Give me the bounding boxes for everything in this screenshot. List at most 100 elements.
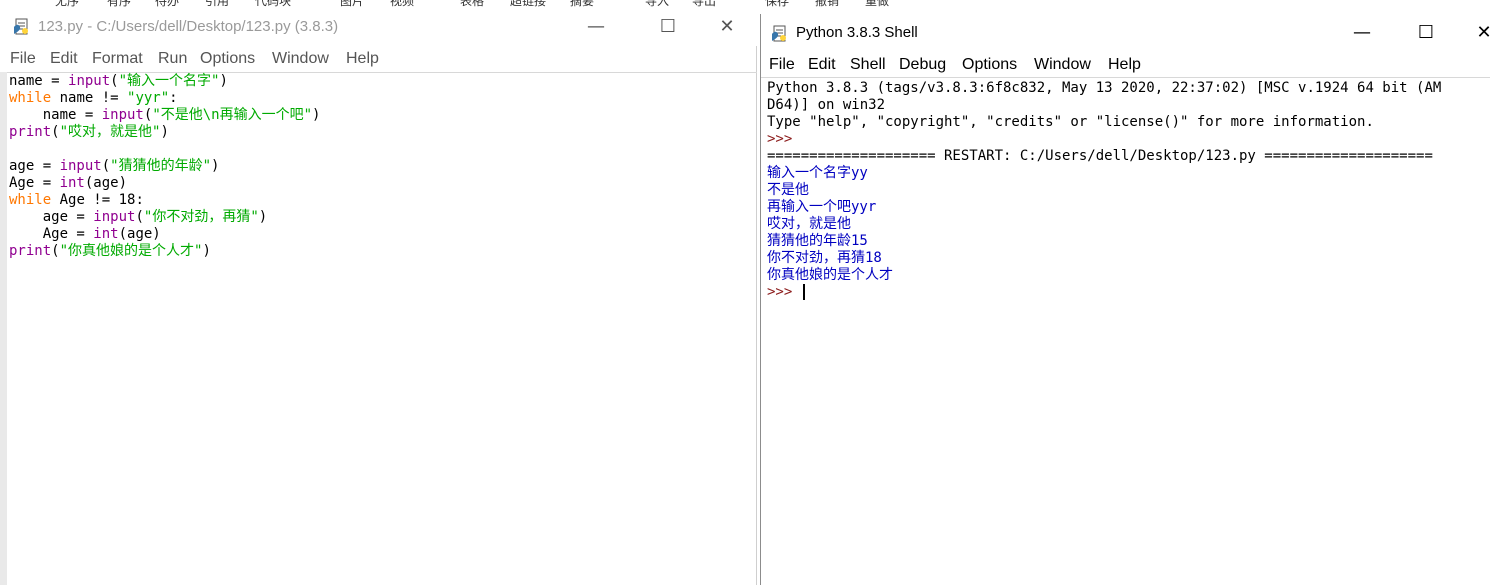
shell-window: Python 3.8.3 Shell — ☐ ✕ File Edit Shell… [760,14,1490,585]
shell-output-line[interactable]: D64)] on win32 [767,97,885,114]
code-token: ( [51,243,60,259]
code-token: input [101,107,144,123]
code-token: : [169,90,178,106]
menu-run[interactable]: Run [158,50,187,68]
code-token: age = [9,158,60,174]
shell-line-text: 输入一个名字yy [767,165,868,181]
minimize-button[interactable]: — [573,8,619,46]
code-token: ) [160,124,169,140]
code-token: input [68,73,111,89]
menu-file[interactable]: File [769,56,795,74]
menu-file[interactable]: File [10,50,36,68]
editor-window: 123.py - C:/Users/dell/Desktop/123.py (3… [0,8,757,585]
code-token: ) [219,73,228,89]
code-token: input [93,209,136,225]
code-line[interactable]: print("你真他娘的是个人才") [9,243,211,260]
menu-format[interactable]: Format [92,50,143,68]
shell-line-text: >>> [767,131,801,147]
shell-line-text: 猜猜他的年龄15 [767,233,868,249]
code-line[interactable]: age = input("你不对劲，再猜") [9,209,267,226]
code-token: "哎对，就是他" [59,124,161,140]
shell-menubar: File Edit Shell Debug Options Window Hel… [761,54,1490,78]
shell-output-line[interactable]: 哎对，就是他 [767,216,851,233]
code-token: input [59,158,102,174]
code-token: "猜猜他的年龄" [110,158,212,174]
code-token: ( [51,124,60,140]
code-token: while [9,192,52,208]
code-token: while [9,90,52,106]
python-icon [772,25,786,42]
shell-output-line[interactable]: Type "help", "copyright", "credits" or "… [767,114,1374,131]
code-line[interactable]: while Age != 18: [9,192,144,209]
code-token: Age != 18: [51,192,144,208]
code-editor[interactable]: name = input("输入一个名字") while name != "yyr… [9,73,754,585]
menu-shell[interactable]: Shell [850,56,886,74]
shell-line-text: D64)] on win32 [767,97,886,113]
code-line[interactable]: while name != "yyr": [9,90,178,107]
minimize-button[interactable]: — [1339,14,1385,52]
shell-output-line[interactable]: 再输入一个吧yyr [767,199,876,216]
text-cursor [802,284,805,300]
close-button[interactable]: ✕ [704,8,750,46]
background-toolbar-label: 重做 [865,0,890,8]
shell-output[interactable]: Python 3.8.3 (tags/v3.8.3:6f8c832, May 1… [767,80,1489,580]
code-token: "yyr" [127,90,170,106]
code-token: (age) [84,175,128,191]
code-line[interactable]: print("哎对，就是他") [9,124,169,141]
shell-line-text: ==================== RESTART: C:/Users/d… [767,148,1433,164]
code-token: ) [258,209,268,225]
shell-titlebar[interactable]: Python 3.8.3 Shell — ☐ ✕ [761,14,1490,54]
menu-edit[interactable]: Edit [50,50,78,68]
shell-prompt[interactable]: >>> [767,284,805,301]
shell-line-text: 哎对，就是他 [767,216,851,232]
code-token: ) [312,107,321,123]
code-line[interactable]: name = input("输入一个名字") [9,73,228,90]
code-line[interactable]: name = input("不是他\n再输入一个吧") [9,107,321,124]
menu-window[interactable]: Window [272,50,329,68]
code-line[interactable]: Age = int(age) [9,175,127,192]
menu-edit[interactable]: Edit [808,56,836,74]
menu-options[interactable]: Options [200,50,255,68]
shell-output-line[interactable]: 猜猜他的年龄15 [767,233,868,250]
menu-options[interactable]: Options [962,56,1017,74]
code-token: "你不对劲，再猜" [143,209,259,225]
code-token: ( [135,209,144,225]
editor-title: 123.py - C:/Users/dell/Desktop/123.py (3… [38,18,339,35]
shell-output-line[interactable]: 输入一个名字yy [767,165,868,182]
code-token: name = [9,107,102,123]
editor-titlebar[interactable]: 123.py - C:/Users/dell/Desktop/123.py (3… [0,8,757,46]
shell-line-text: Python 3.8.3 (tags/v3.8.3:6f8c832, May 1… [767,80,1442,96]
close-button[interactable]: ✕ [1461,14,1490,52]
editor-menubar: File Edit Format Run Options Window Help [0,46,757,72]
code-token: ( [101,158,111,174]
shell-prompt[interactable]: >>> [767,131,801,148]
maximize-button[interactable]: ☐ [1403,14,1449,52]
code-line[interactable]: Age = int(age) [9,226,161,243]
shell-title: Python 3.8.3 Shell [796,24,918,41]
shell-output-line[interactable]: Python 3.8.3 (tags/v3.8.3:6f8c832, May 1… [767,80,1441,97]
menu-help[interactable]: Help [346,50,379,68]
menu-window[interactable]: Window [1034,56,1091,74]
idle-file-icon [14,18,28,35]
code-line[interactable]: age = input("猜猜他的年龄") [9,158,219,175]
code-token: "输入一个名字" [118,73,220,89]
shell-output-line[interactable]: 不是他 [767,182,809,199]
shell-line-text: Type "help", "copyright", "credits" or "… [767,114,1374,130]
shell-output-line[interactable]: 你不对劲，再猜18 [767,250,882,267]
code-token: "不是他\n再输入一个吧" [152,107,313,123]
code-token: (age) [118,226,161,242]
code-token: ) [211,158,220,174]
code-token: Age = [9,226,94,242]
code-token: age = [9,209,94,225]
maximize-button[interactable]: ☐ [645,8,691,46]
shell-output-line[interactable]: 你真他娘的是个人才 [767,267,893,284]
menu-divider [761,77,1490,78]
shell-output-line[interactable]: ==================== RESTART: C:/Users/d… [767,148,1433,165]
code-token: ) [202,243,211,259]
background-toolbar-label: 撤销 [815,0,840,8]
code-token: int [59,175,85,191]
background-toolbar-label: 保存 [765,0,790,8]
code-token: int [93,226,119,242]
menu-debug[interactable]: Debug [899,56,946,74]
menu-help[interactable]: Help [1108,56,1141,74]
